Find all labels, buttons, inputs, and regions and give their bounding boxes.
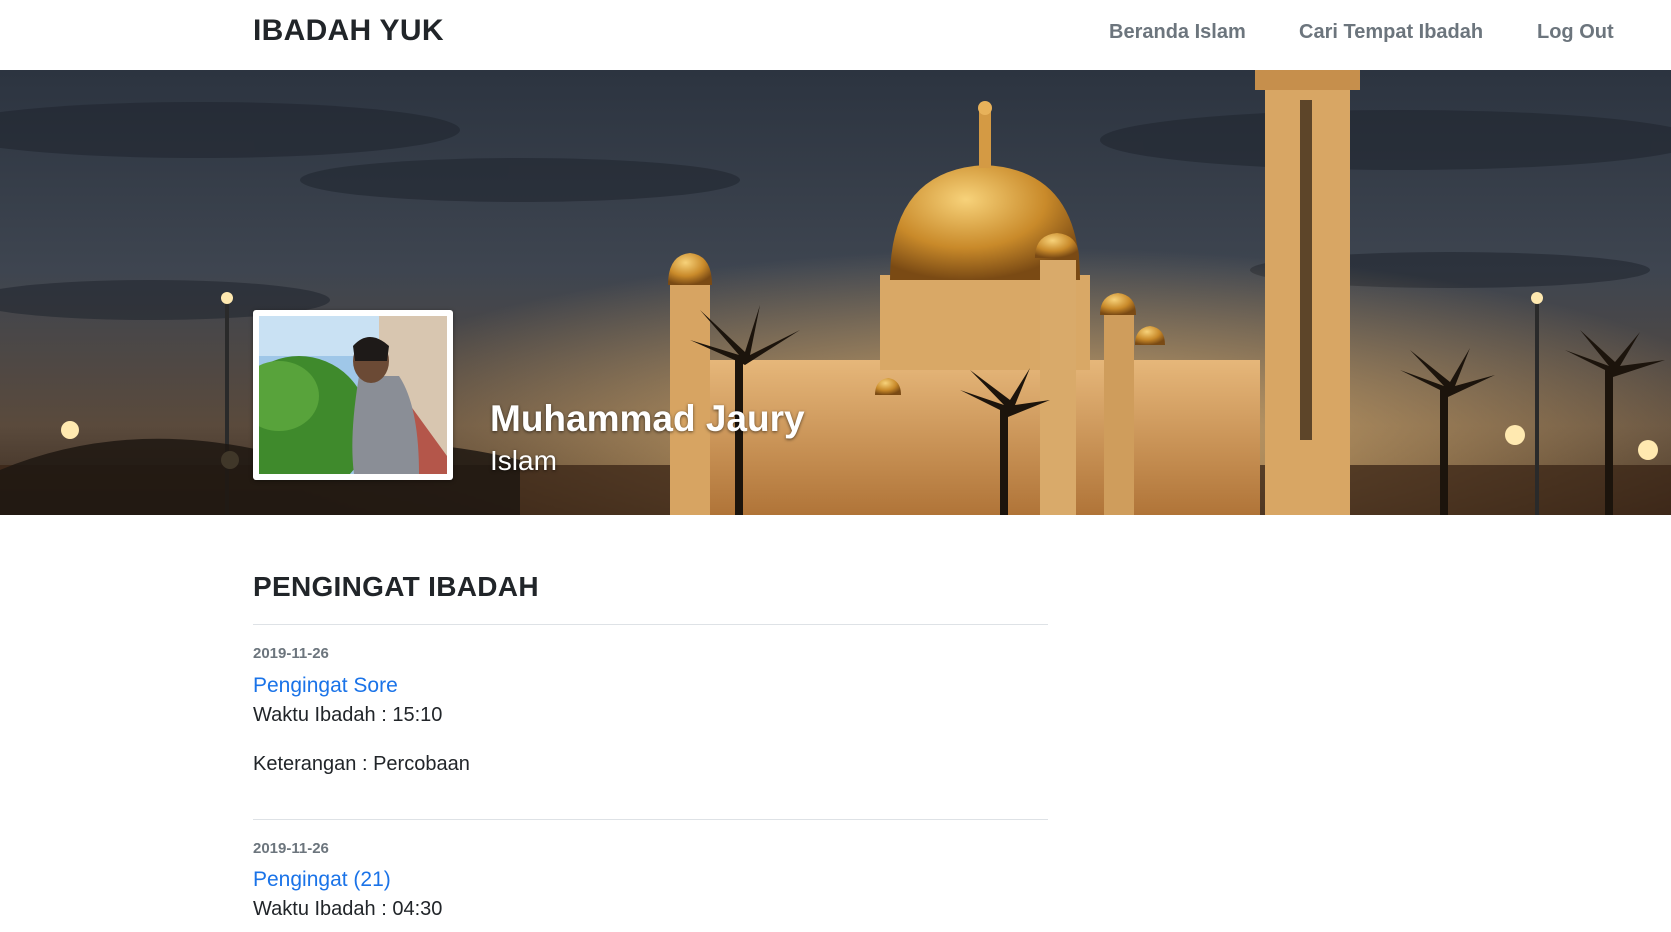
reminder-title-link[interactable]: Pengingat (21) xyxy=(253,868,391,892)
reminder-time: Waktu Ibadah : 04:30 xyxy=(253,898,443,920)
section-title: PENGINGAT IBADAH xyxy=(253,571,539,602)
top-navbar: IBADAH YUK Beranda Islam Cari Tempat Iba… xyxy=(0,0,1671,70)
reminder-date: 2019-11-26 xyxy=(253,645,329,662)
divider xyxy=(253,624,1048,625)
profile-religion: Islam xyxy=(490,445,557,476)
divider xyxy=(253,819,1048,820)
reminder-time: Waktu Ibadah : 15:10 xyxy=(253,704,443,726)
brand-logo-link[interactable]: IBADAH YUK xyxy=(253,14,444,48)
profile-name: Muhammad Jaury xyxy=(490,398,805,439)
mosque-background-image xyxy=(0,70,1671,515)
avatar-photo xyxy=(259,316,447,474)
nav-link-cari-tempat-ibadah[interactable]: Cari Tempat Ibadah xyxy=(1299,21,1483,44)
reminder-note: Keterangan : Percobaan xyxy=(253,753,470,775)
nav-link-beranda-islam[interactable]: Beranda Islam xyxy=(1109,21,1246,44)
profile-header: Muhammad Jaury Islam xyxy=(0,70,1671,515)
nav-link-log-out[interactable]: Log Out xyxy=(1537,21,1614,44)
reminder-date: 2019-11-26 xyxy=(253,840,329,857)
profile-avatar xyxy=(253,310,453,480)
reminder-title-link[interactable]: Pengingat Sore xyxy=(253,674,398,698)
